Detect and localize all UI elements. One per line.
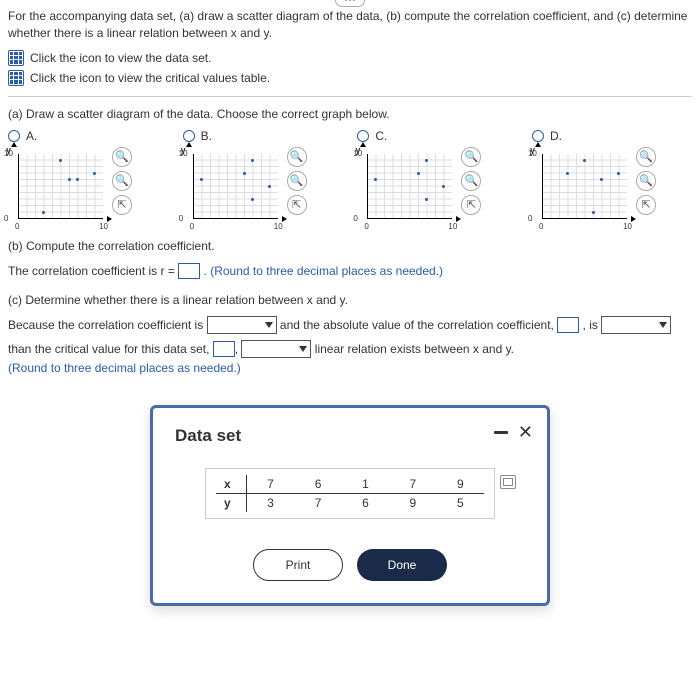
copy-icon[interactable] — [500, 475, 516, 489]
part-b-prompt: (b) Compute the correlation coefficient. — [8, 239, 692, 253]
radio-b[interactable] — [183, 130, 195, 142]
question-intro: For the accompanying data set, (a) draw … — [8, 8, 692, 42]
popout-icon[interactable]: ⇱ — [112, 195, 132, 215]
popout-icon[interactable]: ⇱ — [461, 195, 481, 215]
table-row: y 3 7 6 9 5 — [216, 493, 484, 512]
zoom-out-icon[interactable]: 🔍 — [287, 171, 307, 191]
relation-select[interactable] — [241, 340, 311, 358]
popout-icon[interactable]: ⇱ — [287, 195, 307, 215]
dataset-modal: ✕ Data set x 7 6 1 7 9 y 3 7 6 9 5 Print — [150, 405, 550, 606]
compare-select[interactable] — [601, 316, 671, 334]
zoom-out-icon[interactable]: 🔍 — [636, 171, 656, 191]
zoom-in-icon[interactable]: 🔍 — [636, 147, 656, 167]
table-icon — [8, 70, 24, 86]
view-critical-row[interactable]: Click the icon to view the critical valu… — [8, 70, 692, 86]
part-b-answer-line: The correlation coefficient is r = . (Ro… — [8, 259, 692, 283]
graph-c: y 10 0 0 10 — [357, 147, 457, 227]
data-table: x 7 6 1 7 9 y 3 7 6 9 5 — [216, 475, 484, 512]
ellipsis-pill[interactable] — [335, 0, 365, 7]
option-c: C. y 10 0 0 10 🔍 🔍 ⇱ — [357, 129, 517, 227]
view-dataset-link[interactable]: Click the icon to view the data set. — [30, 51, 211, 65]
minimize-icon[interactable] — [494, 431, 508, 434]
option-d: D. y 10 0 0 10 🔍 🔍 ⇱ — [532, 129, 692, 227]
option-d-label: D. — [550, 129, 562, 143]
critical-value-input[interactable] — [213, 341, 235, 357]
view-dataset-row[interactable]: Click the icon to view the data set. — [8, 50, 692, 66]
zoom-in-icon[interactable]: 🔍 — [287, 147, 307, 167]
option-a: A. y 10 0 0 10 🔍 🔍 ⇱ — [8, 129, 168, 227]
graph-d: y 10 0 0 10 — [532, 147, 632, 227]
option-c-label: C. — [375, 129, 387, 143]
divider — [8, 96, 692, 97]
options-row: A. y 10 0 0 10 🔍 🔍 ⇱ — [8, 129, 692, 227]
close-icon[interactable]: ✕ — [518, 422, 533, 443]
view-critical-link[interactable]: Click the icon to view the critical valu… — [30, 71, 270, 85]
data-table-container: x 7 6 1 7 9 y 3 7 6 9 5 — [205, 468, 495, 519]
rounding-note: . (Round to three decimal places as need… — [204, 264, 443, 278]
print-button[interactable]: Print — [253, 549, 343, 581]
option-b-label: B. — [201, 129, 212, 143]
zoom-out-icon[interactable]: 🔍 — [461, 171, 481, 191]
part-c-answer-line: Because the correlation coefficient is a… — [8, 313, 692, 361]
coef-sign-select[interactable] — [207, 316, 277, 334]
radio-d[interactable] — [532, 130, 544, 142]
option-a-label: A. — [26, 129, 37, 143]
part-c-rounding-note: (Round to three decimal places as needed… — [8, 361, 241, 375]
radio-c[interactable] — [357, 130, 369, 142]
zoom-in-icon[interactable]: 🔍 — [461, 147, 481, 167]
done-button[interactable]: Done — [357, 549, 447, 581]
graph-a: y 10 0 0 10 — [8, 147, 108, 227]
abs-coef-input[interactable] — [557, 317, 579, 333]
table-row: x 7 6 1 7 9 — [216, 475, 484, 494]
part-c-prompt: (c) Determine whether there is a linear … — [8, 293, 692, 307]
r-value-input[interactable] — [178, 263, 200, 279]
part-a-prompt: (a) Draw a scatter diagram of the data. … — [8, 107, 692, 121]
graph-b: y 10 0 0 10 — [183, 147, 283, 227]
radio-a[interactable] — [8, 130, 20, 142]
popout-icon[interactable]: ⇱ — [636, 195, 656, 215]
option-b: B. y 10 0 0 10 🔍 🔍 ⇱ — [183, 129, 343, 227]
modal-title: Data set — [175, 426, 525, 446]
table-icon — [8, 50, 24, 66]
zoom-in-icon[interactable]: 🔍 — [112, 147, 132, 167]
zoom-out-icon[interactable]: 🔍 — [112, 171, 132, 191]
